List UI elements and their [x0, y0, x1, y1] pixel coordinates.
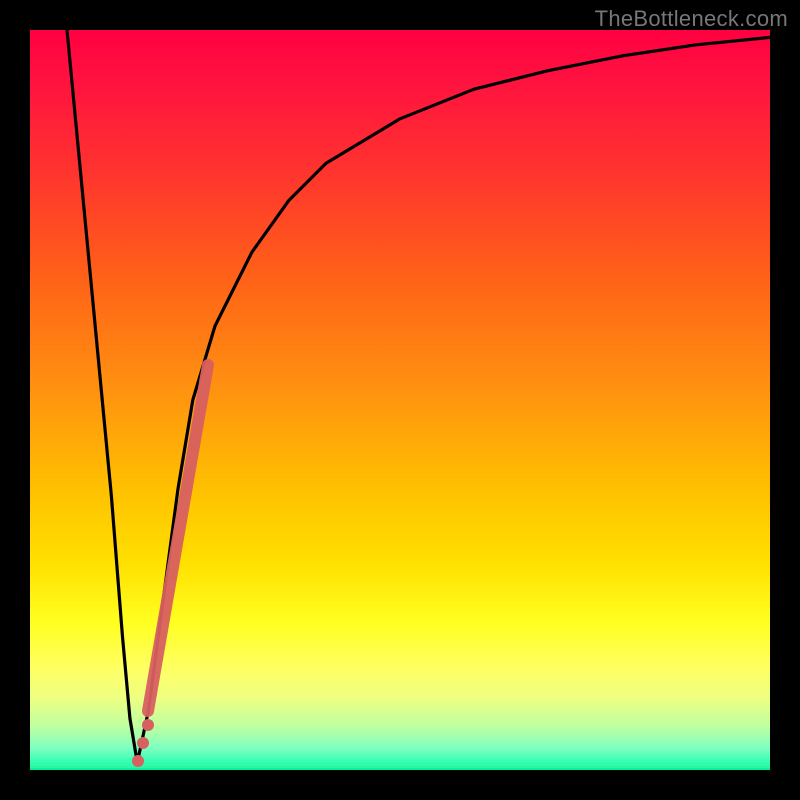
plot-area: [30, 30, 770, 770]
bottleneck-curve-path: [67, 30, 770, 763]
chart-frame: TheBottleneck.com: [0, 0, 800, 800]
highlight-band: [148, 365, 208, 711]
curve-layer: [30, 30, 770, 770]
watermark-text: TheBottleneck.com: [595, 6, 788, 32]
bottom-glow: [30, 766, 770, 769]
